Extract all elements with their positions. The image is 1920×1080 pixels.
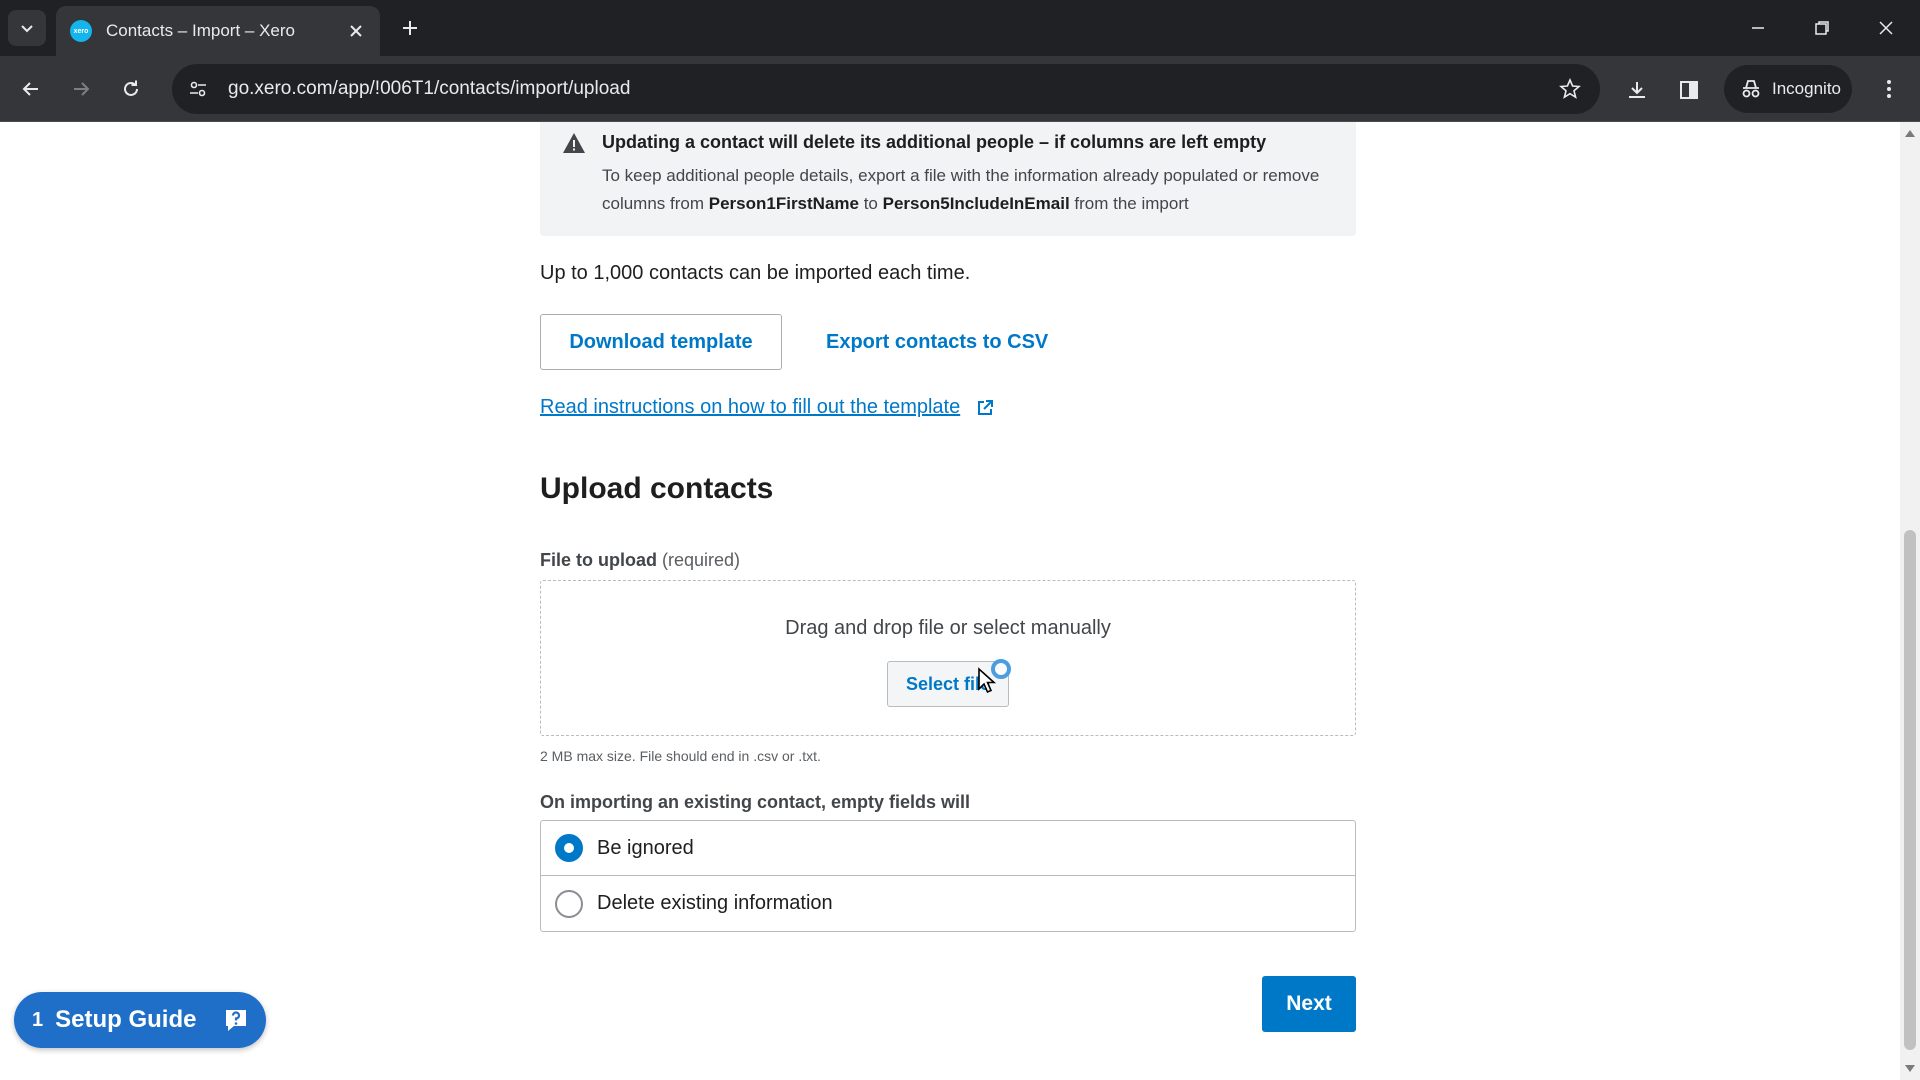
chevron-down-icon: [21, 25, 33, 33]
tune-icon: [190, 81, 206, 97]
export-contacts-csv-link[interactable]: Export contacts to CSV: [826, 314, 1048, 370]
vertical-scrollbar[interactable]: [1900, 122, 1920, 1080]
import-limit-text: Up to 1,000 contacts can be imported eac…: [540, 262, 971, 284]
bookmark-button[interactable]: [1552, 71, 1588, 107]
browser-tab-bar: xero Contacts – Import – Xero: [0, 0, 1920, 56]
file-upload-label: File to upload (required): [540, 550, 740, 571]
close-window-button[interactable]: [1870, 12, 1902, 44]
downloads-button[interactable]: [1620, 73, 1654, 107]
warning-field-end: Person5IncludeInEmail: [882, 194, 1070, 213]
download-template-button[interactable]: Download template: [540, 314, 782, 370]
tab-title: Contacts – Import – Xero: [106, 21, 295, 40]
next-button[interactable]: Next: [1262, 976, 1356, 1032]
warning-title: Updating a contact will delete its addit…: [602, 132, 1267, 152]
reload-icon: [124, 80, 138, 96]
warning-text: from the import: [1069, 194, 1189, 213]
radio-option-label: Be ignored: [597, 836, 694, 859]
minimize-button[interactable]: [1742, 12, 1774, 44]
download-icon: [1629, 82, 1645, 98]
forward-button[interactable]: [64, 72, 98, 106]
minimize-icon: [1752, 27, 1764, 29]
help-chat-icon: [218, 1002, 254, 1038]
external-link-icon: [976, 399, 994, 417]
file-upload-label-text: File to upload: [540, 550, 657, 570]
browser-tab[interactable]: xero Contacts – Import – Xero: [56, 6, 380, 56]
more-vertical-icon: [1887, 80, 1891, 98]
warning-icon: [563, 133, 585, 153]
incognito-indicator[interactable]: Incognito: [1724, 65, 1852, 113]
mouse-pointer-icon: [978, 667, 997, 694]
restore-button[interactable]: [1806, 12, 1838, 44]
warning-body: To keep additional people details, expor…: [602, 162, 1336, 218]
radio-option-label: Delete existing information: [597, 892, 833, 914]
scrollbar-thumb[interactable]: [1904, 530, 1916, 1050]
page-viewport: Updating a contact will delete its addit…: [0, 122, 1900, 1080]
xero-favicon: xero: [70, 20, 92, 42]
upload-contacts-heading: Upload contacts: [540, 472, 774, 505]
browser-toolbar: go.xero.com/app/!006T1/contacts/import/u…: [0, 56, 1920, 122]
arrow-left-icon: [22, 82, 38, 96]
plus-icon: [403, 21, 417, 35]
scroll-down-arrow[interactable]: [1905, 1065, 1915, 1072]
warning-field-start: Person1FirstName: [708, 194, 859, 213]
file-dropzone[interactable]: Drag and drop file or select manually Se…: [540, 580, 1356, 736]
incognito-icon: [1742, 80, 1760, 98]
close-icon: [350, 25, 362, 37]
warning-text: to: [858, 194, 883, 213]
new-tab-button[interactable]: [396, 14, 424, 42]
instructions-link[interactable]: Read instructions on how to fill out the…: [540, 396, 994, 419]
side-panel-icon: [1680, 81, 1698, 99]
arrow-right-icon: [74, 82, 90, 96]
reload-button[interactable]: [114, 72, 148, 106]
star-icon: [1559, 78, 1581, 99]
warning-banner: Updating a contact will delete its addit…: [540, 122, 1356, 236]
back-button[interactable]: [14, 72, 48, 106]
browser-menu-button[interactable]: [1872, 72, 1906, 106]
file-size-hint: 2 MB max size. File should end in .csv o…: [540, 748, 821, 764]
radio-button-checked[interactable]: [555, 834, 583, 862]
setup-guide-count: 1: [32, 1008, 44, 1031]
tab-search-button[interactable]: [8, 10, 46, 46]
radio-option-delete-existing[interactable]: Delete existing information: [541, 876, 1355, 931]
setup-guide-button[interactable]: 1 Setup Guide: [14, 992, 266, 1048]
empty-fields-label: On importing an existing contact, empty …: [540, 792, 971, 812]
dropzone-instructions: Drag and drop file or select manually: [785, 617, 1111, 639]
close-icon: [1879, 21, 1893, 35]
empty-fields-radio-group: Be ignored Delete existing information: [540, 820, 1356, 932]
radio-button-unchecked[interactable]: [555, 889, 583, 918]
radio-option-be-ignored[interactable]: Be ignored: [541, 821, 1355, 876]
incognito-label: Incognito: [1772, 79, 1841, 98]
side-panel-button[interactable]: [1672, 73, 1706, 107]
url-text[interactable]: go.xero.com/app/!006T1/contacts/import/u…: [228, 78, 1552, 100]
instructions-link-text: Read instructions on how to fill out the…: [540, 396, 961, 418]
setup-guide-label: Setup Guide: [55, 1006, 197, 1033]
restore-icon: [1815, 21, 1829, 35]
close-tab-button[interactable]: [346, 21, 366, 41]
scroll-up-arrow[interactable]: [1905, 130, 1915, 137]
address-bar[interactable]: go.xero.com/app/!006T1/contacts/import/u…: [172, 64, 1600, 114]
site-info-button[interactable]: [178, 69, 218, 109]
required-indicator: (required): [662, 550, 741, 570]
